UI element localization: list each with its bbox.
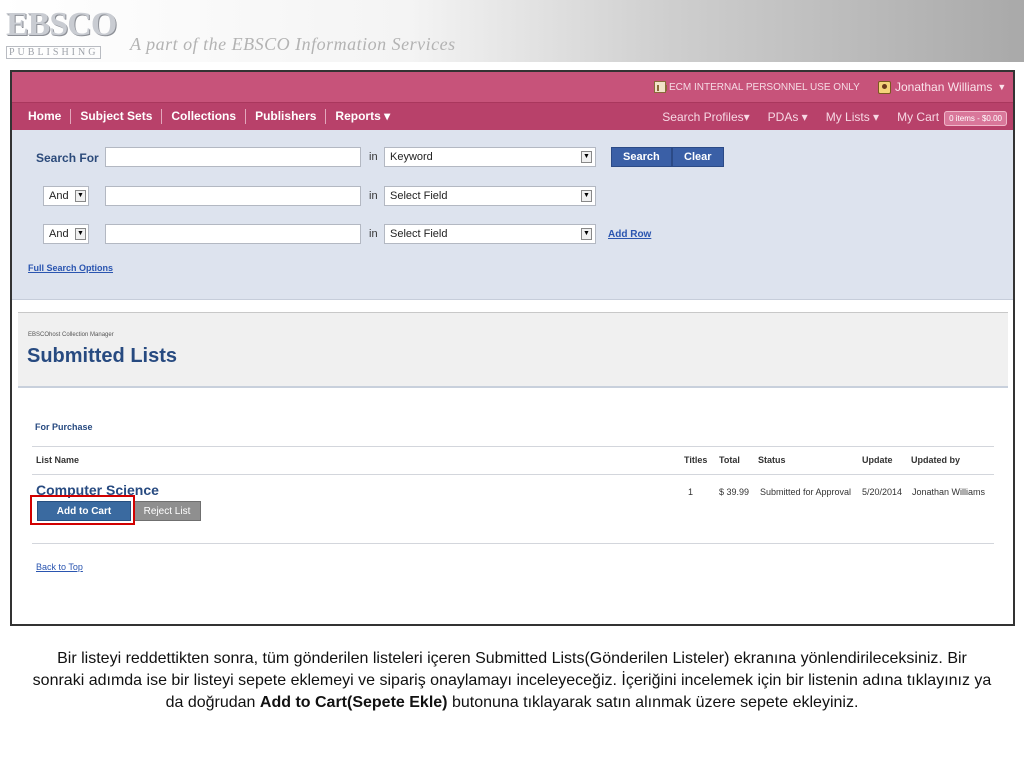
search-input-1[interactable] xyxy=(105,147,361,167)
my-cart-label: My Cart xyxy=(897,110,940,124)
slide-header: EBSCO PUBLISHING A part of the EBSCO Inf… xyxy=(0,0,1024,62)
in-label: in xyxy=(369,228,378,240)
internal-notice: ECM INTERNAL PERSONNEL USE ONLY xyxy=(654,81,860,93)
logo-subtext: PUBLISHING xyxy=(6,46,102,59)
nav-right: Search Profiles▾ PDAs ▾ My Lists ▾ My Ca… xyxy=(644,110,1007,126)
submitted-lists: For Purchase List Name Titles Total Stat… xyxy=(18,388,1008,624)
search-button[interactable]: Search xyxy=(611,147,672,167)
col-updated-by: Updated by xyxy=(911,455,961,465)
divider xyxy=(32,543,994,544)
page-header: EBSCOhost Collection Manager Submitted L… xyxy=(18,312,1008,388)
nav-publishers[interactable]: Publishers xyxy=(246,109,327,124)
user-icon xyxy=(878,80,891,94)
reject-list-button[interactable]: Reject List xyxy=(133,501,201,521)
divider xyxy=(32,446,994,447)
in-label: in xyxy=(369,151,378,163)
field-select-3-value: Select Field xyxy=(390,228,448,240)
search-input-3[interactable] xyxy=(105,224,361,244)
field-select-3[interactable]: Select Field ▼ xyxy=(384,224,596,244)
row-update: 5/20/2014 xyxy=(862,487,903,497)
internal-notice-text: ECM INTERNAL PERSONNEL USE ONLY xyxy=(669,81,860,93)
user-name: Jonathan Williams xyxy=(895,80,993,94)
user-menu[interactable]: Jonathan Williams ▼ xyxy=(878,80,1006,94)
search-input-2[interactable] xyxy=(105,186,361,206)
full-search-options-link[interactable]: Full Search Options xyxy=(28,263,113,273)
row-status: Submitted for Approval xyxy=(760,487,852,497)
cart-badge: 0 items - $0.00 xyxy=(944,111,1007,126)
tagline: A part of the EBSCO Information Services xyxy=(130,34,456,54)
bool-select-3[interactable]: And ▼ xyxy=(43,224,89,244)
nav-my-lists[interactable]: My Lists ▾ xyxy=(826,110,879,124)
highlight-box xyxy=(30,495,135,525)
for-purchase-label: For Purchase xyxy=(35,422,93,432)
dropdown-arrow-icon: ▼ xyxy=(581,190,592,202)
field-select-2[interactable]: Select Field ▼ xyxy=(384,186,596,206)
col-titles: Titles xyxy=(684,455,708,465)
bool-select-2-value: And xyxy=(49,190,69,202)
main-nav: Home Subject Sets Collections Publishers… xyxy=(12,102,1013,130)
col-total: Total xyxy=(719,455,740,465)
field-select-2-value: Select Field xyxy=(390,190,448,202)
row-updated-by: Jonathan Williams xyxy=(912,487,986,497)
col-update: Update xyxy=(862,455,893,465)
ebsco-logo: EBSCO PUBLISHING xyxy=(6,6,124,59)
add-row-link[interactable]: Add Row xyxy=(608,229,651,240)
nav-collections[interactable]: Collections xyxy=(162,109,247,124)
caption-bold: Add to Cart(Sepete Ekle) xyxy=(259,694,448,711)
dropdown-arrow-icon: ▼ xyxy=(75,228,86,240)
clear-button[interactable]: Clear xyxy=(672,147,724,167)
search-for-label: Search For xyxy=(36,151,99,165)
row-total: $ 39.99 xyxy=(719,487,750,497)
search-panel: Search For in Keyword ▼ Search Clear And… xyxy=(12,130,1013,300)
nav-left: Home Subject Sets Collections Publishers… xyxy=(20,109,399,124)
row-titles: 1 xyxy=(688,487,694,497)
nav-home[interactable]: Home xyxy=(20,109,72,124)
bool-select-3-value: And xyxy=(49,228,69,240)
field-select-1[interactable]: Keyword ▼ xyxy=(384,147,596,167)
nav-my-cart[interactable]: My Cart 0 items - $0.00 xyxy=(897,110,1007,126)
caption-text-2: butonuna tıklayarak satın alınmak üzere … xyxy=(447,694,859,711)
col-list-name: List Name xyxy=(36,455,80,465)
dropdown-arrow-icon: ▼ xyxy=(581,151,592,163)
bool-select-2[interactable]: And ▼ xyxy=(43,186,89,206)
chevron-down-icon: ▼ xyxy=(997,82,1007,92)
nav-pdas[interactable]: PDAs ▾ xyxy=(768,110,808,124)
building-icon xyxy=(654,81,667,93)
breadcrumb: EBSCOhost Collection Manager xyxy=(28,332,114,338)
nav-search-profiles[interactable]: Search Profiles▾ xyxy=(662,110,749,124)
logo-wordmark: EBSCO xyxy=(6,6,117,43)
slide-caption: Bir listeyi reddettikten sonra, tüm gönd… xyxy=(30,648,994,714)
in-label: in xyxy=(369,190,378,202)
divider xyxy=(32,474,994,475)
back-to-top-link[interactable]: Back to Top xyxy=(36,562,83,572)
col-status: Status xyxy=(758,455,786,465)
dropdown-arrow-icon: ▼ xyxy=(581,228,592,240)
app-screenshot: ECM INTERNAL PERSONNEL USE ONLY Jonathan… xyxy=(10,70,1015,626)
nav-subject-sets[interactable]: Subject Sets xyxy=(71,109,163,124)
dropdown-arrow-icon: ▼ xyxy=(75,190,86,202)
page-title: Submitted Lists xyxy=(27,345,178,367)
nav-reports[interactable]: Reports ▾ xyxy=(326,109,399,124)
field-select-1-value: Keyword xyxy=(390,151,433,163)
top-bar: ECM INTERNAL PERSONNEL USE ONLY Jonathan… xyxy=(12,72,1013,102)
